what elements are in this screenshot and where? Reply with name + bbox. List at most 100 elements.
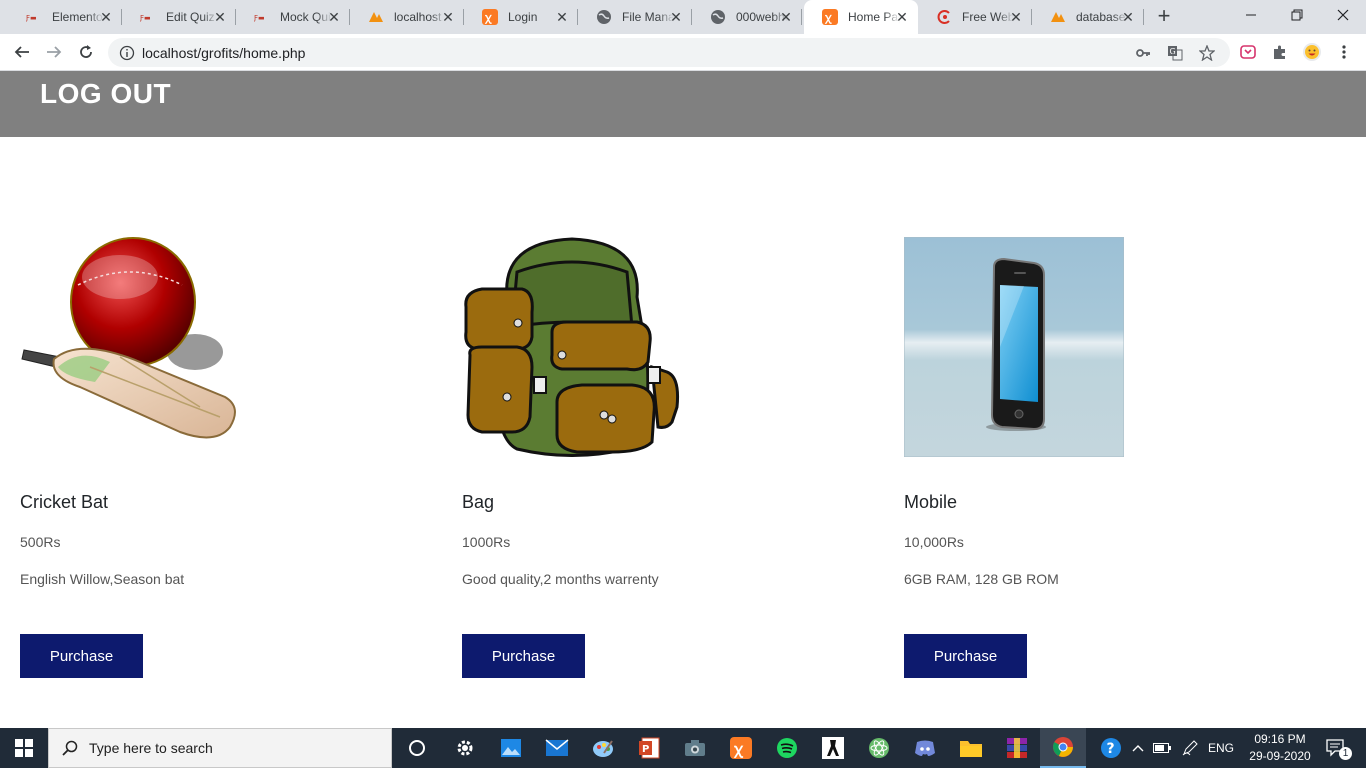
tab-mock-quiz[interactable]: Ƒ▬ Mock Quiz ✕ [236, 0, 350, 34]
start-button[interactable] [0, 728, 48, 768]
menu-kebab-icon[interactable] [1334, 42, 1354, 62]
xampp-icon: ꭓ [730, 737, 752, 759]
close-icon[interactable]: ✕ [440, 9, 456, 25]
close-window-button[interactable] [1320, 0, 1366, 30]
close-icon[interactable]: ✕ [326, 9, 342, 25]
taskbar-mail[interactable] [534, 728, 580, 768]
close-icon[interactable]: ✕ [1120, 9, 1136, 25]
bookmark-star-icon[interactable] [1198, 44, 1216, 62]
xampp-icon: ꭓ [822, 9, 838, 25]
tab-000webhost[interactable]: 000webhost ✕ [692, 0, 802, 34]
tab-database[interactable]: database ✕ [1032, 0, 1144, 34]
tab-login[interactable]: ꭓ Login ✕ [464, 0, 578, 34]
cortana-circle-icon [409, 740, 425, 756]
cortana-button[interactable] [394, 728, 440, 768]
atom-icon [869, 738, 889, 758]
tab-free-web[interactable]: Free Web ✕ [918, 0, 1032, 34]
tab-label: Home Page [848, 10, 900, 24]
tab-label: Free Web [962, 10, 1014, 24]
pocket-extension-icon[interactable] [1238, 42, 1258, 62]
phpmyadmin-icon [1050, 9, 1066, 25]
purchase-button[interactable]: Purchase [462, 634, 585, 678]
elementor-icon: Ƒ▬ [254, 9, 270, 25]
close-icon[interactable]: ✕ [554, 9, 570, 25]
notifications-button[interactable]: 1 [1322, 728, 1352, 768]
logout-link[interactable]: LOG OUT [40, 78, 171, 110]
phpmyadmin-icon [368, 9, 384, 25]
search-icon [62, 740, 78, 756]
close-icon[interactable]: ✕ [98, 9, 114, 25]
tab-elementor[interactable]: Ƒ▬ Elementor ✕ [8, 0, 122, 34]
product-name: Cricket Bat [20, 492, 109, 512]
taskbar-chrome[interactable] [1040, 728, 1086, 768]
gear-icon [457, 740, 473, 756]
translate-icon[interactable]: G [1166, 44, 1184, 62]
globe-icon [710, 9, 726, 25]
taskbar-settings[interactable] [442, 728, 488, 768]
windows-taskbar: Type here to search P ꭓ ? ENG 09:16 PM 2… [0, 728, 1366, 768]
xampp-icon: ꭓ [482, 9, 498, 25]
tab-edit-quiz[interactable]: Ƒ▬ Edit Quiz ✕ [122, 0, 236, 34]
svg-text:P: P [642, 744, 649, 755]
close-icon[interactable]: ✕ [668, 9, 684, 25]
reload-button[interactable] [72, 38, 100, 66]
restore-button[interactable] [1274, 0, 1320, 30]
purchase-button[interactable]: Purchase [904, 634, 1027, 678]
taskbar-xampp[interactable]: ꭓ [718, 728, 764, 768]
product-price: 1000Rs [462, 534, 511, 550]
tab-home-page[interactable]: ꭓ Home Page ✕ [804, 0, 918, 34]
taskbar-file-explorer[interactable] [948, 728, 994, 768]
product-price: 500Rs [20, 534, 61, 550]
tab-label: Mock Quiz [280, 10, 332, 24]
svg-text:Ƒ▬: Ƒ▬ [26, 14, 37, 22]
svg-text:Ƒ▬: Ƒ▬ [140, 14, 151, 22]
purchase-button[interactable]: Purchase [20, 634, 143, 678]
taskbar-powerpoint[interactable]: P [626, 728, 672, 768]
pen-icon[interactable] [1178, 728, 1202, 768]
taskbar-spotify[interactable] [764, 728, 810, 768]
bag-image [462, 237, 682, 457]
taskbar-paint[interactable] [580, 728, 626, 768]
close-icon[interactable]: ✕ [212, 9, 228, 25]
taskbar-photos[interactable] [488, 728, 534, 768]
url-text[interactable]: localhost/grofits/home.php [142, 45, 305, 61]
profile-avatar[interactable] [1302, 42, 1322, 62]
language-indicator[interactable]: ENG [1204, 728, 1238, 768]
close-icon[interactable]: ✕ [894, 9, 910, 25]
svg-text:ꭓ: ꭓ [824, 11, 832, 24]
svg-text:Ƒ▬: Ƒ▬ [254, 14, 265, 22]
help-tray-icon[interactable]: ? [1098, 728, 1124, 768]
close-icon[interactable]: ✕ [1008, 9, 1024, 25]
taskbar-atom[interactable] [856, 728, 902, 768]
page-header: LOG OUT [0, 71, 1366, 137]
notification-count: 1 [1339, 747, 1352, 760]
taskbar-camera[interactable] [672, 728, 718, 768]
new-tab-button[interactable]: + [1152, 5, 1176, 29]
product-card: Mobile 10,000Rs 6GB RAM, 128 GB ROM Purc… [903, 236, 1264, 678]
taskbar-clock[interactable]: 09:16 PM 29-09-2020 [1240, 731, 1320, 765]
key-icon[interactable] [1134, 44, 1152, 62]
freeweb-icon [936, 9, 952, 25]
product-card: Cricket Bat 500Rs English Willow,Season … [20, 237, 380, 678]
taskbar-discord[interactable] [902, 728, 948, 768]
address-bar[interactable]: localhost/grofits/home.php G [108, 38, 1230, 67]
info-icon[interactable] [118, 44, 136, 62]
battery-icon[interactable] [1150, 728, 1174, 768]
extensions-puzzle-icon[interactable] [1270, 42, 1290, 62]
back-button[interactable] [8, 38, 36, 66]
product-name: Mobile [904, 492, 958, 512]
clock-time: 09:16 PM [1254, 732, 1306, 746]
taskbar-winrar[interactable] [994, 728, 1040, 768]
chevron-up-icon[interactable] [1126, 728, 1150, 768]
taskbar-counter-strike[interactable] [810, 728, 856, 768]
close-icon[interactable]: ✕ [778, 9, 794, 25]
minimize-button[interactable] [1228, 0, 1274, 30]
tab-localhost[interactable]: localhost ✕ [350, 0, 464, 34]
chrome-icon [1053, 737, 1073, 757]
taskbar-search-box[interactable]: Type here to search [48, 728, 392, 768]
elementor-icon: Ƒ▬ [140, 9, 156, 25]
product-description: English Willow,Season bat [20, 571, 185, 587]
forward-button[interactable] [40, 38, 68, 66]
tab-file-manager[interactable]: File Manager ✕ [578, 0, 692, 34]
discord-icon [915, 740, 935, 756]
